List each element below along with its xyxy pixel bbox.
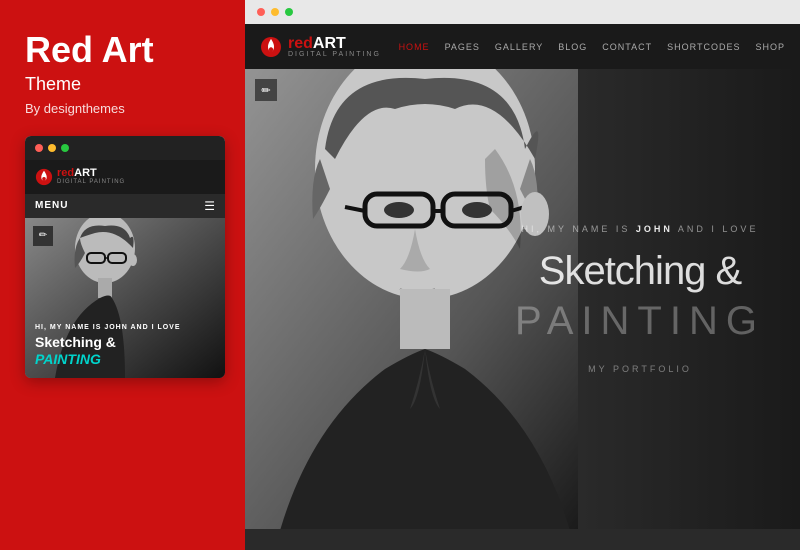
mobile-logo-red: red	[57, 167, 74, 179]
mobile-heading: Sketching & PAINTING	[35, 334, 215, 368]
mobile-heading1: Sketching &	[35, 334, 116, 350]
mobile-logo-flame-icon	[35, 168, 53, 186]
desktop-intro-name: JOHN	[636, 224, 673, 234]
nav-link-gallery[interactable]: GALLERY	[495, 42, 543, 52]
desktop-intro-text: HI, MY NAME IS JOHN AND I LOVE	[500, 224, 780, 234]
desktop-portfolio-label: MY PORTFOLIO	[500, 364, 780, 374]
left-panel: Red Art Theme By designthemes redART	[0, 0, 245, 550]
desktop-heading1: Sketching &	[500, 249, 780, 294]
theme-author: By designthemes	[25, 101, 225, 116]
mobile-logo: redART DIGITAL PAINTING	[35, 168, 125, 186]
theme-title: Red Art	[25, 30, 225, 70]
nav-link-shop[interactable]: SHOP	[755, 42, 785, 52]
mobile-menu-bar[interactable]: MENU ☰	[25, 194, 225, 218]
mobile-header: redART DIGITAL PAINTING	[25, 160, 225, 194]
nav-link-home[interactable]: HOME	[399, 42, 430, 52]
browser-dot-red	[257, 8, 265, 16]
desktop-pencil-icon[interactable]: ✏	[255, 79, 277, 101]
desktop-hero-background: ✏ HI, MY NAME IS JOHN AND I LOVE Sketchi…	[245, 69, 800, 529]
browser-dot-green	[285, 8, 293, 16]
theme-subtitle: Theme	[25, 74, 225, 95]
desktop-browser-bar	[245, 0, 800, 24]
nav-link-shortcodes[interactable]: SHORTCODES	[667, 42, 740, 52]
mobile-intro-text: HI, MY NAME IS JOHN AND I LOVE	[35, 324, 215, 331]
mobile-preview-card: redART DIGITAL PAINTING MENU ☰	[25, 136, 225, 378]
nav-link-blog[interactable]: BLOG	[558, 42, 587, 52]
mobile-heading2: PAINTING	[35, 351, 101, 367]
nav-link-pages[interactable]: PAGES	[445, 42, 480, 52]
hamburger-icon[interactable]: ☰	[204, 199, 215, 213]
desktop-nav: redART DIGITAL PAINTING HOME PAGES GALLE…	[245, 24, 800, 69]
desktop-hero: ✏ HI, MY NAME IS JOHN AND I LOVE Sketchi…	[245, 69, 800, 529]
desktop-logo-icon	[260, 36, 282, 58]
browser-dot-yellow	[271, 8, 279, 16]
mobile-hero-image: ✏ HI, MY NAME IS JOHN AND I LOVE Sketchi…	[25, 218, 225, 378]
window-dot-green	[61, 144, 69, 152]
window-dot-yellow	[48, 144, 56, 152]
mobile-pencil-icon[interactable]: ✏	[33, 226, 53, 246]
right-panel: redART DIGITAL PAINTING HOME PAGES GALLE…	[245, 0, 800, 550]
mobile-logo-subtext: DIGITAL PAINTING	[57, 179, 125, 185]
desktop-logo-subtext: DIGITAL PAINTING	[288, 51, 381, 58]
desktop-heading2: PAINTING	[500, 299, 780, 344]
window-dot-red	[35, 144, 43, 152]
nav-link-contact[interactable]: CONTACT	[602, 42, 652, 52]
mobile-text-overlay: HI, MY NAME IS JOHN AND I LOVE Sketching…	[35, 324, 215, 368]
mobile-intro-suffix: AND I LOVE	[128, 324, 181, 331]
desktop-hero-text: HI, MY NAME IS JOHN AND I LOVE Sketching…	[500, 224, 780, 374]
mobile-menu-label: MENU	[35, 200, 68, 211]
desktop-logo: redART DIGITAL PAINTING	[260, 35, 381, 58]
mobile-logo-text: redART	[57, 168, 125, 179]
mobile-window-bar	[25, 136, 225, 160]
mobile-intro-prefix: HI, MY NAME IS	[35, 324, 104, 331]
mobile-intro-name: JOHN	[104, 324, 127, 331]
desktop-nav-links: HOME PAGES GALLERY BLOG CONTACT SHORTCOD…	[399, 42, 785, 52]
desktop-logo-red: red	[288, 35, 313, 52]
